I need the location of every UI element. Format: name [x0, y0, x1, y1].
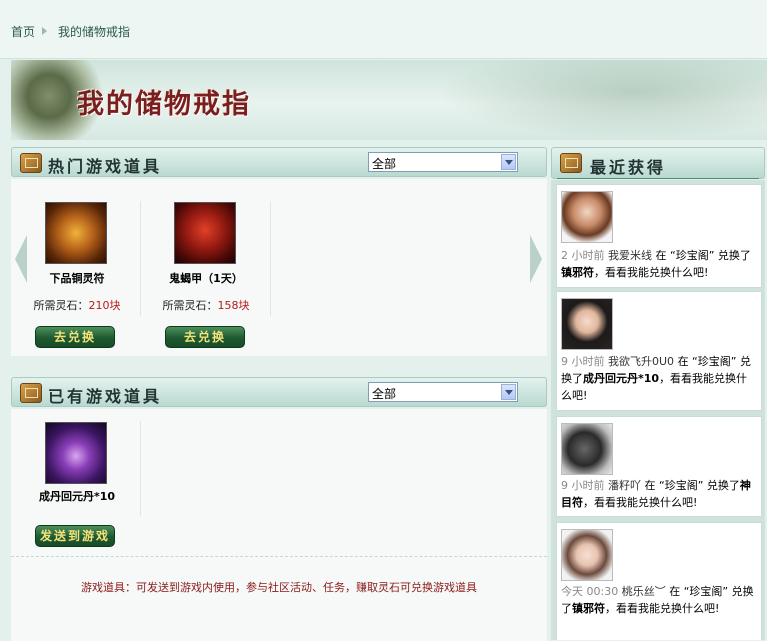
entry-tail: ，看看我能兑换什么吧!	[583, 496, 698, 509]
entry-mid: 在 “珍宝阁” 兑换了	[655, 249, 751, 262]
recent-entry-text: 9 小时前 潘籽吖 在 “珍宝阁” 兑换了神目符，看看我能兑换什么吧!	[561, 477, 757, 511]
entry-tail: ，看看我能兑换什么吧!	[594, 266, 709, 279]
entry-time: 今天 00:30	[561, 585, 619, 598]
item-divider	[270, 201, 271, 316]
recent-entry: 9 小时前 我欲飞升0U0 在 “珍宝阁” 兑换了成丹回元丹*10，看看我能兑换…	[556, 291, 762, 411]
entry-user-link[interactable]: 我欲飞升0U0	[608, 355, 674, 368]
page-title: 我的储物戒指	[77, 89, 251, 120]
chevron-down-icon[interactable]	[501, 154, 516, 170]
owned-item-1-name: 成丹回元丹*10	[38, 490, 116, 503]
hot-item-1-exchange-button[interactable]: 去兑换	[35, 326, 115, 348]
hot-items-body: 下品铜灵符 所需灵石：210块 去兑换 鬼蝎甲（1天） 所需灵石：158块 去兑…	[11, 179, 547, 356]
entry-time: 2 小时前	[561, 249, 605, 262]
hot-items-filter-value: 全部	[372, 157, 397, 171]
entry-item: 成丹回元丹*10	[583, 372, 660, 385]
chevron-down-icon[interactable]	[501, 384, 516, 400]
recent-header-divider	[557, 178, 759, 179]
scorpion-armor-icon[interactable]	[174, 202, 236, 264]
avatar[interactable]	[561, 529, 613, 581]
send-to-game-button[interactable]: 发送到游戏	[35, 525, 115, 547]
hot-items-filter-select[interactable]: 全部	[368, 152, 518, 172]
book-icon	[560, 153, 582, 173]
footer-note-text: 游戏道具：可发送到游戏内使用，参与社区活动、任务，赚取灵石可兑换游戏道具	[81, 581, 477, 594]
price-value: 210块	[88, 299, 121, 312]
recent-entry-text: 今天 00:30 桃乐丝︶ 在 “珍宝阁” 兑换了镇邪符，看看我能兑换什么吧!	[561, 583, 757, 617]
entry-user-link[interactable]: 桃乐丝︶	[622, 585, 666, 598]
page-banner: 我的储物戒指	[11, 60, 767, 140]
hot-item-2-price: 所需灵石：158块	[142, 297, 270, 313]
entry-time: 9 小时前	[561, 479, 605, 492]
book-icon	[20, 153, 42, 173]
entry-mid: 在 “珍宝阁” 兑换了	[644, 479, 740, 492]
hot-item-1-price: 所需灵石：210块	[13, 297, 141, 313]
breadcrumb-separator-icon	[42, 27, 47, 35]
owned-items-body: 成丹回元丹*10 发送到游戏	[11, 409, 547, 556]
carousel-prev-icon[interactable]	[15, 235, 27, 283]
recent-header: 最近获得	[551, 147, 765, 179]
avatar[interactable]	[561, 298, 613, 350]
recent-entry: 9 小时前 潘籽吖 在 “珍宝阁” 兑换了神目符，看看我能兑换什么吧!	[556, 416, 762, 517]
recent-entry-text: 9 小时前 我欲飞升0U0 在 “珍宝阁” 兑换了成丹回元丹*10，看看我能兑换…	[561, 353, 757, 404]
price-label: 所需灵石：	[33, 299, 89, 312]
hot-item-2-exchange-button[interactable]: 去兑换	[165, 326, 245, 348]
breadcrumb: 首页 我的储物戒指	[0, 0, 767, 59]
owned-items-title: 已有游戏道具	[48, 387, 163, 406]
price-value: 158块	[217, 299, 250, 312]
entry-time: 9 小时前	[561, 355, 605, 368]
owned-items-filter-select[interactable]: 全部	[368, 382, 518, 402]
entry-item: 镇邪符	[561, 266, 594, 279]
recent-entry-text: 2 小时前 我爱米线 在 “珍宝阁” 兑换了镇邪符，看看我能兑换什么吧!	[561, 247, 757, 281]
price-label: 所需灵石：	[162, 299, 218, 312]
elixir-orb-icon[interactable]	[45, 422, 107, 484]
entry-item: 镇邪符	[572, 602, 605, 615]
owned-items-filter-value: 全部	[372, 387, 397, 401]
footer-note: 游戏道具：可发送到游戏内使用，参与社区活动、任务，赚取灵石可兑换游戏道具	[11, 556, 547, 641]
hot-items-header: 热门游戏道具 全部	[11, 147, 547, 177]
bronze-talisman-icon[interactable]	[45, 202, 107, 264]
hot-items-title: 热门游戏道具	[48, 157, 163, 176]
carousel-next-icon[interactable]	[530, 235, 542, 283]
entry-user-link[interactable]: 我爱米线	[608, 249, 652, 262]
recent-title: 最近获得	[590, 158, 667, 177]
hot-item-2-name: 鬼蝎甲（1天）	[169, 272, 243, 285]
avatar[interactable]	[561, 423, 613, 475]
book-icon	[20, 383, 42, 403]
entry-user-link[interactable]: 潘籽吖	[608, 479, 641, 492]
hot-item-1-name: 下品铜灵符	[49, 272, 105, 285]
entry-tail: ，看看我能兑换什么吧!	[605, 602, 720, 615]
owned-items-header: 已有游戏道具 全部	[11, 377, 547, 407]
banner-background-decoration	[437, 60, 767, 140]
avatar[interactable]	[561, 191, 613, 243]
breadcrumb-current[interactable]: 我的储物戒指	[58, 23, 130, 40]
breadcrumb-home-link[interactable]: 首页	[11, 23, 35, 40]
recent-entry: 2 小时前 我爱米线 在 “珍宝阁” 兑换了镇邪符，看看我能兑换什么吧!	[556, 184, 762, 288]
recent-entry: 今天 00:30 桃乐丝︶ 在 “珍宝阁” 兑换了镇邪符，看看我能兑换什么吧!	[556, 522, 762, 640]
